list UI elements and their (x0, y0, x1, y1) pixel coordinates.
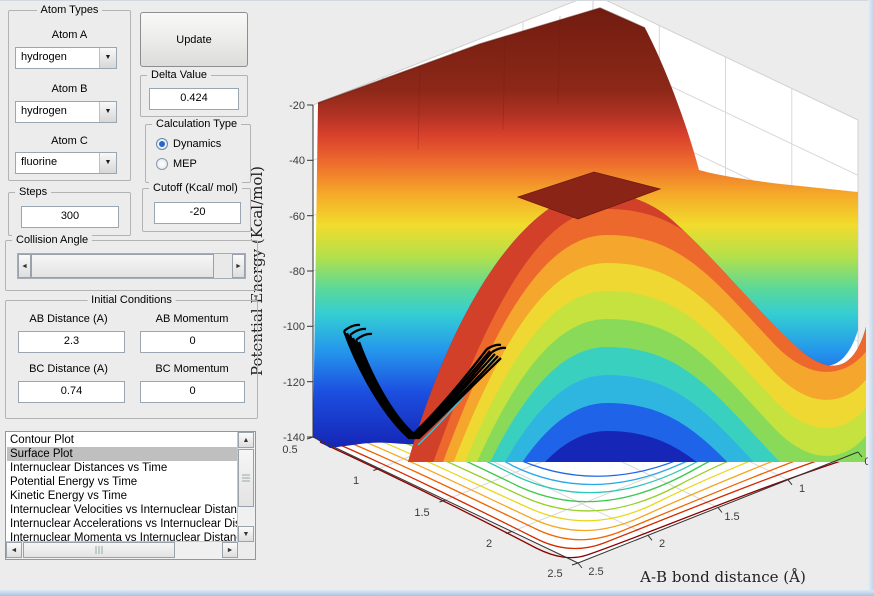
atom-a-value: hydrogen (21, 51, 67, 63)
ab-distance-field[interactable]: 2.3 (18, 331, 125, 353)
slider-right-arrow-icon[interactable]: ► (232, 254, 245, 278)
delta-value: 0.424 (180, 92, 208, 104)
atom-a-dropdown[interactable]: hydrogen ▼ (15, 47, 117, 69)
delta-value-field[interactable]: 0.424 (149, 88, 239, 110)
scroll-up-arrow-icon[interactable]: ▲ (238, 432, 254, 448)
delta-value-group: Delta Value 0.424 (140, 75, 248, 117)
vertical-scroll-thumb[interactable] (238, 449, 254, 507)
radio-dynamics-label: Dynamics (173, 138, 221, 150)
radio-mep-icon[interactable] (156, 158, 168, 170)
delta-value-title: Delta Value (147, 69, 211, 82)
svg-text:2.5: 2.5 (547, 568, 562, 580)
list-item[interactable]: Internuclear Velocities vs Internuclear … (7, 503, 237, 517)
slider-left-arrow-icon[interactable]: ◄ (18, 254, 31, 278)
scroll-left-arrow-icon[interactable]: ◄ (6, 542, 22, 558)
initial-conditions-title: Initial Conditions (87, 294, 176, 307)
radio-mep-label: MEP (173, 158, 197, 170)
atom-b-dropdown[interactable]: hydrogen ▼ (15, 101, 117, 123)
window-border-bottom (0, 590, 874, 596)
list-item[interactable]: Internuclear Momenta vs Internuclear Dis… (7, 531, 237, 541)
cutoff-value: -20 (190, 206, 206, 218)
svg-text:-100: -100 (283, 321, 305, 333)
bc-distance-label: BC Distance (A) (6, 363, 131, 375)
collision-angle-slider[interactable]: ◄ ► (17, 253, 246, 279)
svg-text:-60: -60 (289, 211, 305, 223)
svg-text:1.5: 1.5 (414, 507, 429, 519)
collision-angle-title: Collision Angle (12, 234, 92, 247)
application-window: -20 -40 -60 -80 -100 -120 -140 0.5 1 1.5… (0, 0, 874, 596)
cutoff-title: Cutoff (Kcal/ mol) (149, 182, 242, 195)
steps-field[interactable]: 300 (21, 206, 119, 228)
window-border-top (0, 0, 874, 1)
collision-angle-group: Collision Angle ◄ ► (5, 240, 258, 291)
ab-momentum-value: 0 (189, 335, 195, 347)
atom-a-label: Atom A (9, 29, 130, 41)
plot-type-listbox[interactable]: Contour Plot Surface Plot Internuclear D… (5, 431, 256, 560)
steps-group: Steps 300 (8, 192, 131, 236)
svg-text:-120: -120 (283, 377, 305, 389)
radio-mep[interactable]: MEP (156, 156, 197, 171)
calculation-type-group: Calculation Type Dynamics MEP (145, 124, 251, 183)
update-button-label: Update (176, 34, 211, 46)
bc-distance-value: 0.74 (61, 385, 82, 397)
listbox-rows: Contour Plot Surface Plot Internuclear D… (7, 433, 237, 541)
ab-distance-value: 2.3 (64, 335, 79, 347)
svg-text:1: 1 (799, 483, 805, 495)
steps-title: Steps (15, 186, 51, 199)
ab-distance-label: AB Distance (A) (6, 313, 131, 325)
svg-text:1.5: 1.5 (724, 511, 739, 523)
svg-text:-20: -20 (289, 100, 305, 112)
atom-c-label: Atom C (9, 135, 130, 147)
atom-types-title: Atom Types (37, 4, 103, 17)
cutoff-group: Cutoff (Kcal/ mol) -20 (142, 188, 251, 232)
atom-c-value: fluorine (21, 156, 57, 168)
list-item[interactable]: Contour Plot (7, 433, 237, 447)
steps-value: 300 (61, 210, 79, 222)
bc-momentum-value: 0 (189, 385, 195, 397)
slider-thumb[interactable] (31, 254, 214, 278)
scrollbar-corner (238, 542, 255, 559)
svg-text:2.5: 2.5 (588, 566, 603, 578)
z-tick-labels: -20 -40 -60 -80 -100 -120 -140 (283, 100, 305, 444)
list-item[interactable]: Potential Energy vs Time (7, 475, 237, 489)
bc-momentum-label: BC Momentum (132, 363, 252, 375)
svg-text:2: 2 (486, 538, 492, 550)
bc-momentum-field[interactable]: 0 (140, 381, 245, 403)
scroll-right-arrow-icon[interactable]: ► (222, 542, 238, 558)
list-item[interactable]: Kinetic Energy vs Time (7, 489, 237, 503)
ab-momentum-label: AB Momentum (132, 313, 252, 325)
svg-text:-140: -140 (283, 432, 305, 444)
atom-b-dropdown-arrow-icon[interactable]: ▼ (99, 102, 116, 122)
cutoff-field[interactable]: -20 (154, 202, 241, 224)
svg-text:2: 2 (659, 538, 665, 550)
scroll-down-arrow-icon[interactable]: ▼ (238, 526, 254, 542)
atom-b-label: Atom B (9, 83, 130, 95)
svg-text:0.5: 0.5 (282, 444, 297, 456)
x-axis-label: A-B bond distance (Å) (639, 568, 806, 586)
listbox-vertical-scrollbar[interactable]: ▲ ▼ (237, 432, 255, 542)
radio-dynamics-icon[interactable] (156, 138, 168, 150)
svg-text:-40: -40 (289, 155, 305, 167)
radio-dynamics[interactable]: Dynamics (156, 136, 221, 151)
atom-b-value: hydrogen (21, 105, 67, 117)
list-item[interactable]: Internuclear Accelerations vs Internucle… (7, 517, 237, 531)
svg-text:-80: -80 (289, 266, 305, 278)
update-button[interactable]: Update (140, 12, 248, 67)
atom-c-dropdown-arrow-icon[interactable]: ▼ (99, 153, 116, 173)
window-border-right (868, 0, 874, 596)
initial-conditions-group: Initial Conditions AB Distance (A) AB Mo… (5, 300, 258, 419)
atom-c-dropdown[interactable]: fluorine ▼ (15, 152, 117, 174)
list-item[interactable]: Internuclear Distances vs Time (7, 461, 237, 475)
bc-distance-field[interactable]: 0.74 (18, 381, 125, 403)
svg-text:1: 1 (353, 475, 359, 487)
atom-types-group: Atom Types Atom A hydrogen ▼ Atom B hydr… (8, 10, 131, 181)
list-item-selected[interactable]: Surface Plot (7, 447, 237, 461)
atom-a-dropdown-arrow-icon[interactable]: ▼ (99, 48, 116, 68)
ab-momentum-field[interactable]: 0 (140, 331, 245, 353)
horizontal-scroll-thumb[interactable] (23, 542, 175, 558)
calculation-type-title: Calculation Type (152, 118, 241, 131)
listbox-horizontal-scrollbar[interactable]: ◄ ► (6, 541, 238, 559)
